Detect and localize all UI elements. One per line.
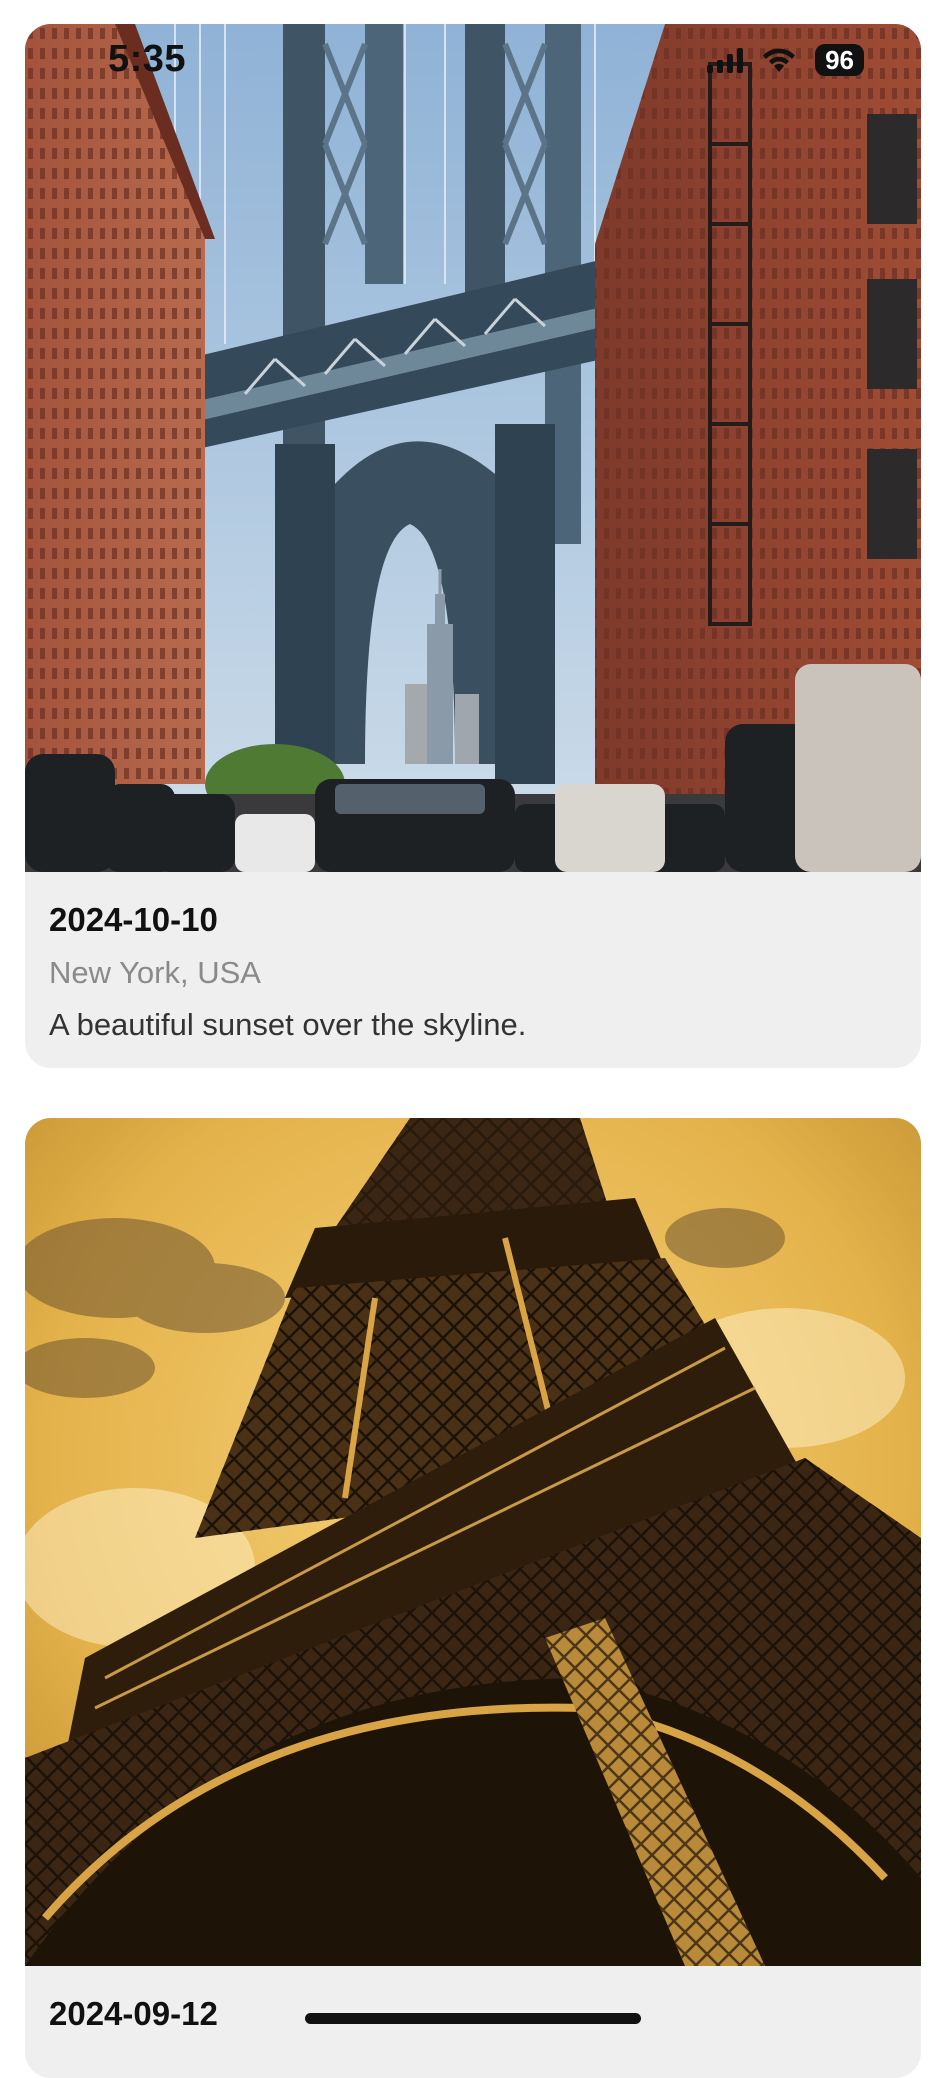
status-time: 5:35 [108, 38, 187, 80]
card-details: 2024-10-10 New York, USA A beautiful sun… [25, 872, 921, 1044]
photo-card[interactable]: 2024-10-10 New York, USA A beautiful sun… [25, 24, 921, 1068]
wifi-icon [761, 46, 797, 74]
eiffel-tower-photo[interactable] [25, 1118, 921, 1966]
battery-icon: 96 [815, 44, 864, 76]
home-indicator[interactable] [305, 2013, 641, 2024]
photo-location: New York, USA [49, 955, 261, 990]
photo-card[interactable]: 2024-09-12 [25, 1118, 921, 2078]
status-icons: 96 [707, 44, 864, 76]
manhattan-bridge-photo[interactable] [25, 24, 921, 872]
status-bar: 5:35 96 [0, 0, 946, 120]
photo-date: 2024-10-10 [49, 901, 218, 938]
photo-caption: A beautiful sunset over the skyline. [49, 1007, 527, 1042]
signal-icon [707, 47, 744, 73]
